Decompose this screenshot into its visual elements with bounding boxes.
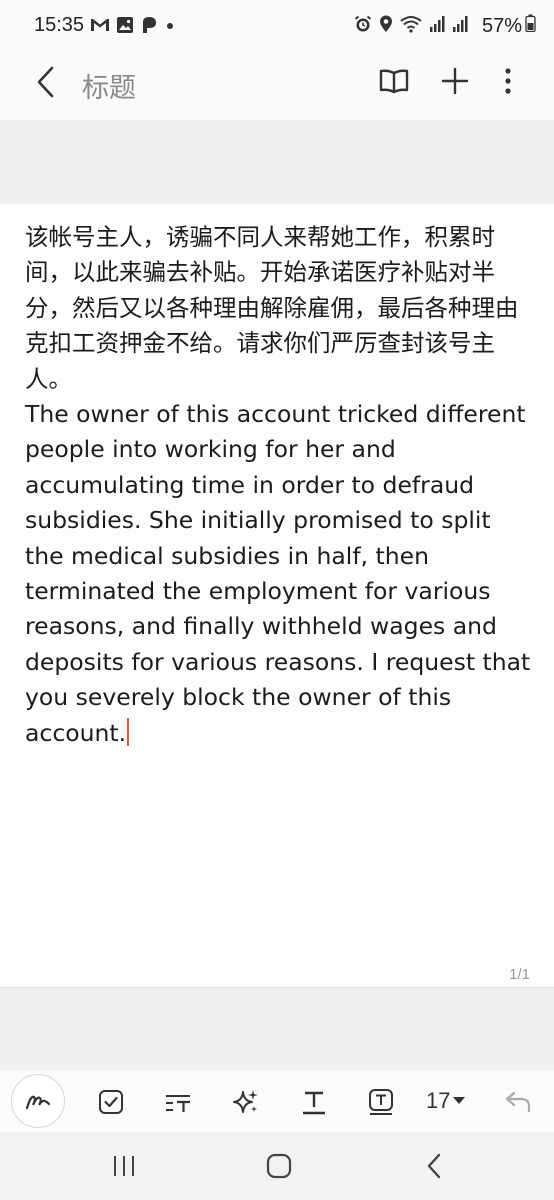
checkbox-icon — [99, 1090, 123, 1114]
add-button[interactable] — [438, 64, 472, 98]
more-vertical-icon — [505, 68, 511, 94]
home-icon — [266, 1153, 292, 1179]
undo-icon — [505, 1091, 531, 1113]
status-right-icons — [354, 15, 468, 38]
font-size-selector[interactable]: 17 — [426, 1088, 466, 1114]
home-button[interactable] — [259, 1150, 299, 1182]
page-indicator: 1/1 — [509, 966, 530, 983]
text-cursor — [127, 717, 130, 746]
header-spacer — [0, 120, 554, 204]
note-title[interactable]: 标题 — [82, 66, 136, 105]
recent-apps-icon — [114, 1156, 134, 1176]
battery-icon — [525, 14, 536, 38]
status-time: 15:35 — [34, 14, 85, 36]
text-style-button[interactable] — [154, 1078, 202, 1126]
nav-back-icon — [427, 1153, 441, 1179]
sparkle-icon — [233, 1090, 258, 1113]
back-arrow-icon — [37, 66, 54, 98]
pen-icon — [25, 1095, 51, 1110]
text-background-button[interactable] — [357, 1078, 405, 1126]
status-bar: 15:35 57% — [0, 0, 554, 52]
back-button[interactable] — [30, 66, 62, 98]
plus-icon — [441, 67, 469, 95]
undo-button[interactable] — [494, 1078, 542, 1126]
signal-icon — [429, 15, 445, 38]
note-editor[interactable]: 该帐号主人，诱骗不同人来帮她工作，积累时间，以此来骗去补贴。开始承诺医疗补贴对半… — [0, 204, 554, 988]
reading-mode-button[interactable] — [377, 64, 411, 98]
status-left-icons — [90, 16, 176, 39]
note-body-container[interactable]: 该帐号主人，诱骗不同人来帮她工作，积累时间，以此来骗去补贴。开始承诺医疗补贴对半… — [25, 220, 531, 751]
dot-icon — [164, 19, 176, 37]
wifi-icon — [400, 15, 422, 38]
editor-toolbar: 17 — [0, 1070, 554, 1132]
gallery-icon — [116, 16, 134, 39]
system-nav-bar — [0, 1132, 554, 1200]
book-icon — [379, 69, 409, 94]
recent-apps-button[interactable] — [104, 1150, 144, 1182]
ai-assist-button[interactable] — [222, 1078, 270, 1126]
checkbox-button[interactable] — [87, 1078, 135, 1126]
app-icon — [140, 16, 158, 39]
note-body[interactable]: 该帐号主人，诱骗不同人来帮她工作，积累时间，以此来骗去补贴。开始承诺医疗补贴对半… — [25, 223, 538, 747]
gmail-icon — [90, 17, 110, 38]
alarm-icon — [354, 15, 372, 38]
text-format-icon — [166, 1095, 190, 1112]
battery-status: 57% — [482, 14, 536, 38]
nav-back-button[interactable] — [414, 1150, 454, 1182]
triangle-down-icon — [453, 1097, 466, 1104]
location-icon — [379, 15, 393, 38]
more-options-button[interactable] — [491, 64, 525, 98]
footer-spacer — [0, 988, 554, 1070]
handwriting-button[interactable] — [11, 1074, 65, 1128]
app-bar: 标题 — [0, 52, 554, 120]
text-color-button[interactable] — [290, 1078, 338, 1126]
text-color-icon — [303, 1091, 325, 1115]
battery-percent: 57% — [481, 14, 522, 37]
signal-icon-2 — [452, 15, 468, 38]
font-size-value: 17 — [426, 1088, 451, 1113]
text-box-icon — [369, 1089, 393, 1115]
